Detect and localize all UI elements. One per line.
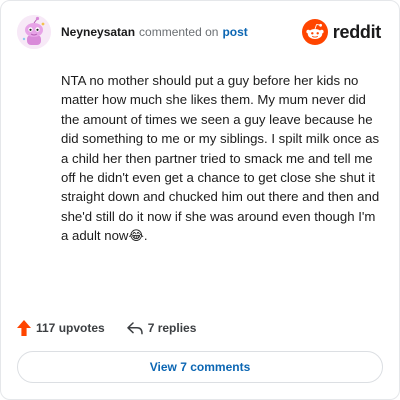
upvote-arrow-icon	[17, 320, 31, 336]
action-text: commented on	[139, 25, 219, 39]
username-link[interactable]: Neyneysatan	[61, 25, 135, 39]
avatar-snoo-icon	[17, 15, 51, 49]
comment-card: Neyneysatan commented on post reddit NTA n…	[0, 0, 400, 400]
replies-count: 7 replies	[147, 321, 197, 335]
replies-button[interactable]: 7 replies	[126, 321, 197, 335]
upvote-count: 117 upvotes	[36, 321, 105, 335]
comment-byline: Neyneysatan commented on post	[61, 25, 248, 39]
reddit-wordmark: reddit	[332, 21, 382, 42]
upvote-button[interactable]: 117 upvotes	[17, 320, 105, 336]
post-link[interactable]: post	[222, 25, 247, 39]
comment-body: NTA no mother should put a guy before he…	[61, 73, 380, 244]
view-comments-label: View 7 comments	[149, 360, 251, 374]
comment-stats: 117 upvotes 7 replies	[17, 317, 196, 339]
comment-header: Neyneysatan commented on post reddit	[17, 15, 385, 53]
avatar[interactable]	[17, 15, 51, 49]
reply-arrow-icon	[126, 321, 143, 334]
reddit-snoo-icon	[301, 19, 328, 45]
reddit-brand[interactable]: reddit	[301, 18, 382, 46]
view-comments-button[interactable]: View 7 comments	[17, 351, 383, 383]
